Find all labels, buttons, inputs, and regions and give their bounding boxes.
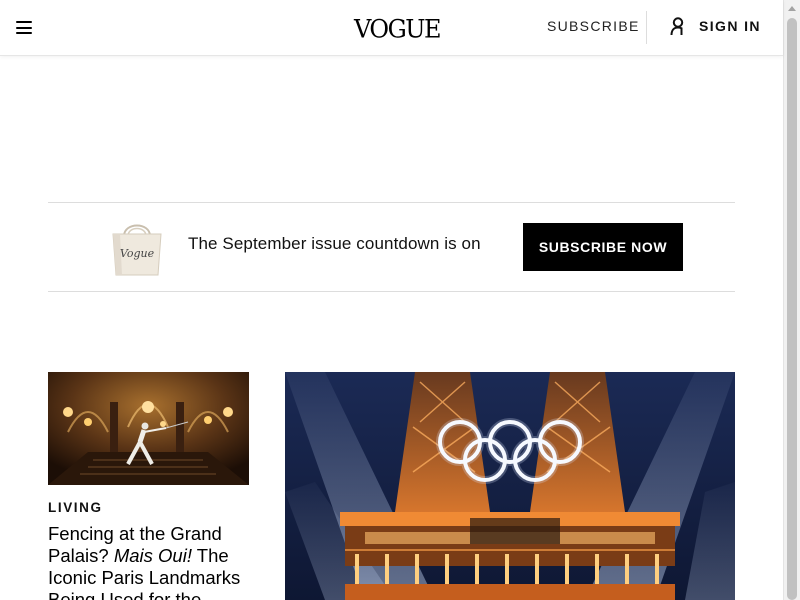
story-headline[interactable]: Fencing at the Grand Palais? Mais Oui! T… bbox=[48, 523, 258, 600]
story-rubric[interactable]: LIVING bbox=[48, 500, 103, 515]
scrollbar-thumb[interactable] bbox=[787, 18, 797, 600]
promo-text: The September issue countdown is on bbox=[188, 234, 481, 253]
headline-italic: Mais Oui! bbox=[113, 545, 192, 566]
svg-text:Vogue: Vogue bbox=[120, 247, 155, 260]
sign-in-label: SIGN IN bbox=[699, 18, 761, 34]
subscribe-now-button[interactable]: SUBSCRIBE NOW bbox=[523, 223, 683, 271]
hamburger-icon[interactable] bbox=[16, 21, 32, 34]
story-image-fencing[interactable] bbox=[48, 372, 249, 485]
tote-bag-image: Vogue bbox=[110, 218, 164, 276]
subscribe-link[interactable]: SUBSCRIBE bbox=[547, 18, 640, 34]
site-header: VOGUE SUBSCRIBE SIGN IN bbox=[0, 0, 783, 56]
page-scrollbar[interactable] bbox=[783, 0, 800, 600]
promo-divider-top bbox=[48, 202, 735, 203]
sign-in-button[interactable]: SIGN IN bbox=[669, 16, 761, 36]
scroll-up-arrow-icon[interactable] bbox=[788, 6, 796, 11]
hero-image-eiffel-olympic-rings[interactable] bbox=[285, 372, 735, 600]
vogue-logo[interactable]: VOGUE bbox=[354, 13, 442, 45]
promo-divider-bottom bbox=[48, 291, 735, 292]
user-icon bbox=[669, 16, 687, 36]
header-divider bbox=[646, 11, 647, 44]
